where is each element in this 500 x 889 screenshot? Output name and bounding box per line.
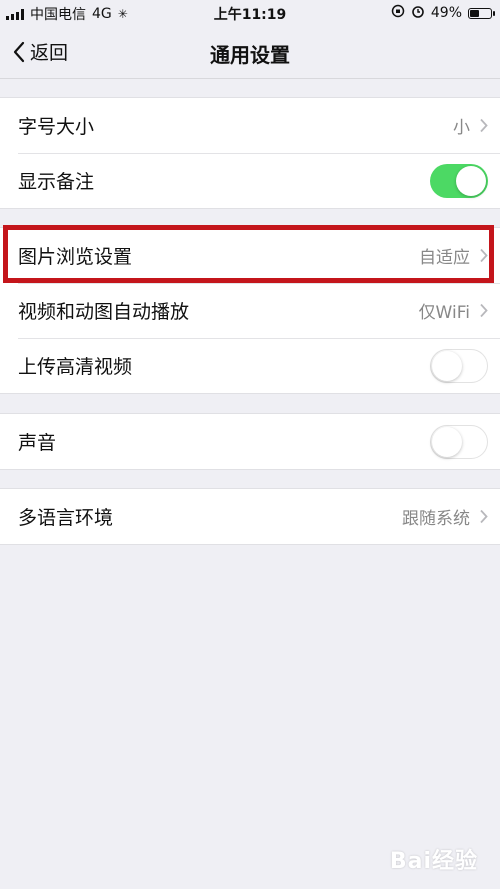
settings-row-show-remark: 显示备注	[0, 153, 500, 208]
row-label: 视频和动图自动播放	[18, 301, 190, 323]
chevron-right-icon	[480, 118, 488, 133]
row-value: 跟随系统	[402, 509, 470, 529]
row-value: 自适应	[419, 248, 470, 268]
row-label: 声音	[18, 432, 57, 454]
page-title: 通用设置	[210, 43, 290, 67]
watermark-logo: Bai经验	[389, 849, 478, 874]
settings-row-video-autoplay[interactable]: 视频和动图自动播放 仅WiFi	[0, 283, 500, 338]
settings-row-hd-video-upload: 上传高清视频	[0, 338, 500, 393]
show-remark-toggle[interactable]	[430, 164, 488, 198]
chevron-right-icon	[480, 303, 488, 318]
settings-row-image-browse[interactable]: 图片浏览设置 自适应	[0, 228, 500, 283]
settings-row-font-size[interactable]: 字号大小 小	[0, 98, 500, 153]
navigation-bar: 返回 通用设置	[0, 26, 500, 79]
battery-percent: 49%	[430, 5, 462, 21]
row-label: 多语言环境	[18, 507, 114, 529]
battery-icon	[468, 7, 495, 19]
settings-row-sound: 声音	[0, 414, 500, 469]
settings-group-sound: 声音	[0, 413, 500, 470]
status-right: 49%	[391, 4, 495, 22]
hd-video-upload-toggle[interactable]	[430, 349, 488, 383]
chevron-right-icon	[480, 248, 488, 263]
row-label: 上传高清视频	[18, 356, 133, 378]
status-bar: 中国电信 4G ✳ 上午11:19 49%	[0, 0, 500, 26]
settings-group-display: 字号大小 小 显示备注	[0, 97, 500, 209]
settings-group-language: 多语言环境 跟随系统	[0, 488, 500, 545]
alarm-icon	[411, 4, 425, 22]
row-label: 图片浏览设置	[18, 246, 133, 268]
rotation-lock-icon	[391, 4, 405, 22]
row-label: 显示备注	[18, 171, 95, 193]
row-value: 仅WiFi	[418, 303, 470, 323]
settings-row-language[interactable]: 多语言环境 跟随系统	[0, 489, 500, 544]
row-label: 字号大小	[18, 116, 95, 138]
settings-group-media: 图片浏览设置 自适应 视频和动图自动播放 仅WiFi 上传高清视频	[0, 227, 500, 394]
chevron-right-icon	[480, 509, 488, 524]
row-value: 小	[453, 118, 470, 138]
sound-toggle[interactable]	[430, 425, 488, 459]
